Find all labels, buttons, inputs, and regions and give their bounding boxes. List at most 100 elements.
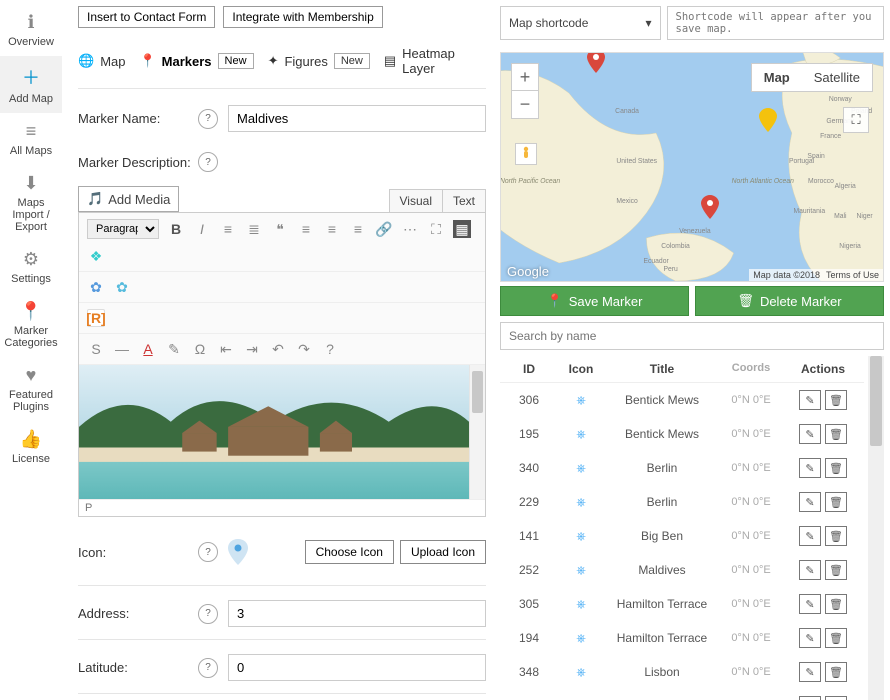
hr-icon[interactable]: — [113,340,131,358]
edit-button[interactable]: ✎ [799,594,821,614]
latitude-input[interactable] [228,654,486,681]
strike-icon[interactable]: S [87,340,105,358]
edit-button[interactable]: ✎ [799,492,821,512]
edit-button[interactable]: ✎ [799,424,821,444]
delete-row-button[interactable]: 🗑 [825,458,847,478]
address-input[interactable] [228,600,486,627]
nav-label: Settings [11,273,51,285]
map-preview[interactable]: North Pacific Ocean North Atlantic Ocean… [500,52,884,282]
nav-settings[interactable]: ⚙Settings [0,241,62,293]
delete-row-button[interactable]: 🗑 [825,390,847,410]
map-pin-yellow[interactable] [759,108,777,132]
delete-row-button[interactable]: 🗑 [825,526,847,546]
editor-visual-tab[interactable]: Visual [389,189,443,212]
delete-marker-button[interactable]: 🗑Delete Marker [695,286,884,316]
pegman-icon[interactable] [515,143,537,165]
map-type-map[interactable]: Map [752,64,802,91]
nav-marker-categories[interactable]: 📍Marker Categories [0,293,62,357]
help-icon[interactable]: ? [198,109,218,129]
help-icon[interactable]: ? [321,340,339,358]
save-marker-button[interactable]: 📍Save Marker [500,286,689,316]
tab-markers[interactable]: 📍MarkersNew [139,53,253,69]
marker-name-input[interactable] [228,105,486,132]
toolbar-toggle-icon[interactable]: ▦ [453,220,471,238]
help-icon[interactable]: ? [198,152,218,172]
paragraph-select[interactable]: Paragraph [87,219,159,239]
quote-icon[interactable]: ❝ [271,220,289,238]
upload-icon-button[interactable]: Upload Icon [400,540,486,564]
more-icon[interactable]: ⋯ [401,220,419,238]
row-icon: ⎈ [554,495,608,510]
zoom-in-button[interactable]: + [511,63,539,91]
link-icon[interactable]: 🔗 [375,220,393,238]
redo-icon[interactable]: ↷ [295,340,313,358]
map-pin[interactable] [701,195,719,219]
svg-text:Nigeria: Nigeria [839,243,861,250]
marker-icon-preview [228,539,248,565]
row-icon: ⎈ [554,563,608,578]
delete-row-button[interactable]: 🗑 [825,492,847,512]
list-ol-icon[interactable]: ≣ [245,220,263,238]
tab-figures[interactable]: ✦FiguresNew [268,53,370,69]
edit-button[interactable]: ✎ [799,662,821,682]
choose-icon-button[interactable]: Choose Icon [305,540,394,564]
tab-heatmap[interactable]: ▤Heatmap Layer [384,46,486,76]
map-type-satellite[interactable]: Satellite [802,64,872,91]
clear-icon[interactable]: ✎ [165,340,183,358]
edit-button[interactable]: ✎ [799,696,821,700]
align-right-icon[interactable]: ≡ [349,220,367,238]
bold-icon[interactable]: B [167,220,185,238]
tab-map[interactable]: 🌐Map [78,53,125,69]
delete-row-button[interactable]: 🗑 [825,424,847,444]
edit-button[interactable]: ✎ [799,628,821,648]
edit-button[interactable]: ✎ [799,526,821,546]
italic-icon[interactable]: I [193,220,211,238]
plugin-a-icon[interactable]: ✿ [87,278,105,296]
align-center-icon[interactable]: ≡ [323,220,341,238]
nav-add-map[interactable]: ＋Add Map [0,56,62,113]
integrate-membership-button[interactable]: Integrate with Membership [223,6,382,28]
list-ul-icon[interactable]: ≡ [219,220,237,238]
delete-row-button[interactable]: 🗑 [825,662,847,682]
delete-row-button[interactable]: 🗑 [825,696,847,700]
text-color-icon[interactable]: A [139,340,157,358]
nav-featured-plugins[interactable]: ♥Featured Plugins [0,357,62,421]
editor-content[interactable] [79,365,469,499]
outdent-icon[interactable]: ⇤ [217,340,235,358]
delete-row-button[interactable]: 🗑 [825,628,847,648]
align-left-icon[interactable]: ≡ [297,220,315,238]
edit-button[interactable]: ✎ [799,458,821,478]
marker-search-input[interactable] [500,322,884,350]
nav-license[interactable]: 👍License [0,421,62,473]
add-media-button[interactable]: 🎵Add Media [78,186,179,212]
scroll-thumb[interactable] [472,371,483,413]
plugin-b-icon[interactable]: ✿ [113,278,131,296]
char-icon[interactable]: Ω [191,340,209,358]
editor-text-tab[interactable]: Text [443,189,486,212]
help-icon[interactable]: ? [198,542,218,562]
delete-row-button[interactable]: 🗑 [825,594,847,614]
edit-button[interactable]: ✎ [799,560,821,580]
extra-icon[interactable]: ❖ [87,247,105,265]
help-icon[interactable]: ? [198,658,218,678]
undo-icon[interactable]: ↶ [269,340,287,358]
zoom-out-button[interactable]: − [511,91,539,119]
nav-overview[interactable]: ℹOverview [0,4,62,56]
scroll-thumb[interactable] [870,356,882,446]
media-icon: 🎵 [87,191,103,207]
map-pin[interactable] [587,52,605,73]
nav-all-maps[interactable]: ≡All Maps [0,113,62,165]
list-scrollbar[interactable] [868,356,884,700]
edit-button[interactable]: ✎ [799,390,821,410]
table-row: 229 ⎈ Berlin 0°N 0°E ✎🗑 [500,485,864,519]
fullscreen-icon[interactable]: ⛶ [427,220,445,238]
insert-contact-form-button[interactable]: Insert to Contact Form [78,6,215,28]
indent-icon[interactable]: ⇥ [243,340,261,358]
nav-import-export[interactable]: ⬇Maps Import / Export [0,165,62,241]
fullscreen-button[interactable]: ⛶ [843,107,869,133]
r-plugin-icon[interactable]: [R] [87,309,105,327]
help-icon[interactable]: ? [198,604,218,624]
editor-scrollbar[interactable] [469,365,485,499]
delete-row-button[interactable]: 🗑 [825,560,847,580]
shortcode-select[interactable]: Map shortcode▾ [500,6,661,40]
